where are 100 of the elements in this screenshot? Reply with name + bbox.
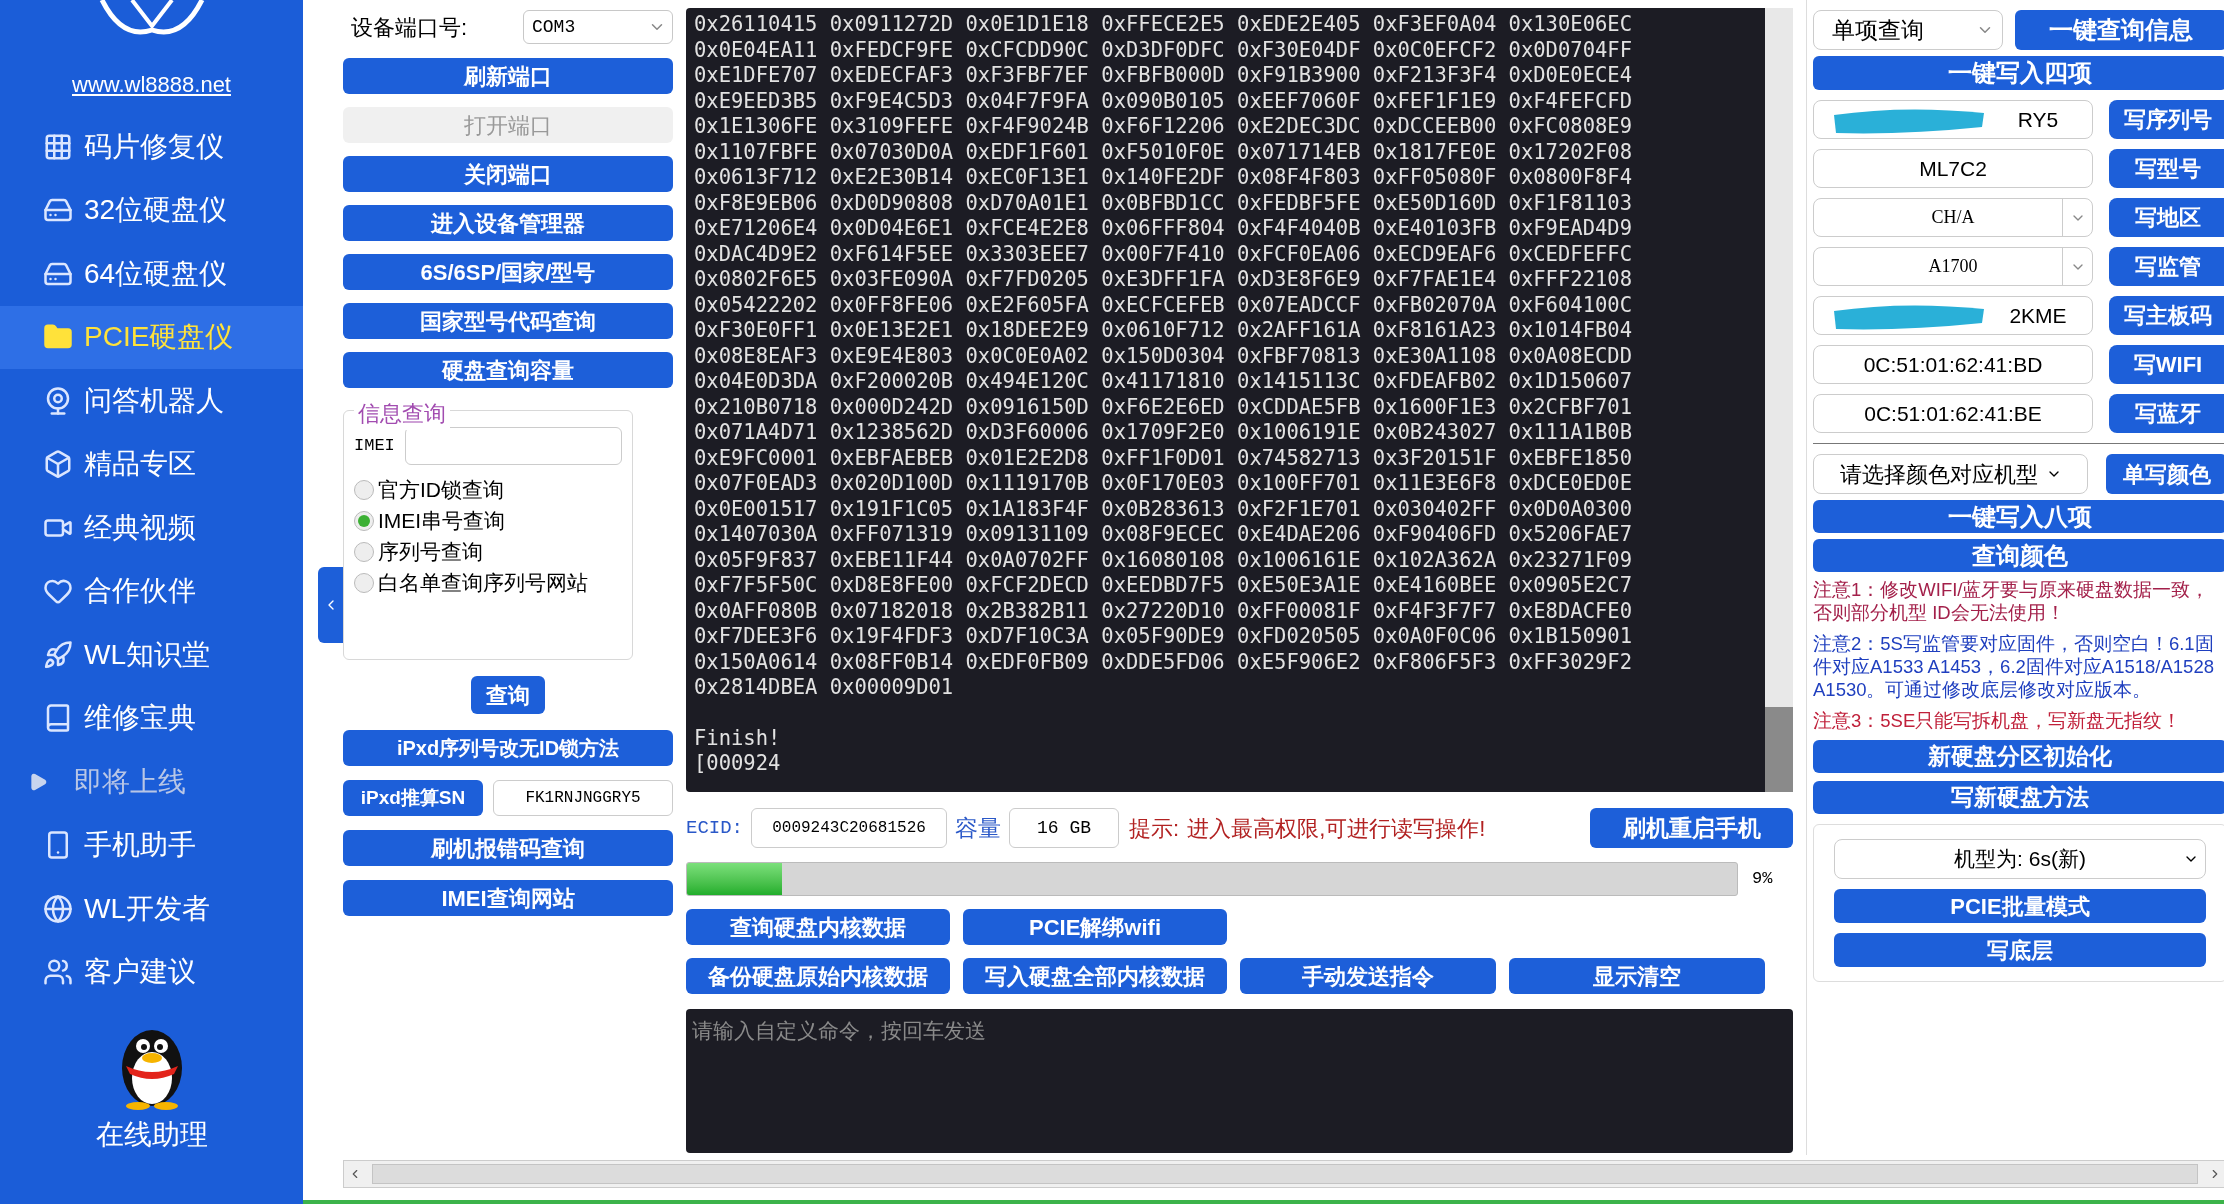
write-button[interactable]: 写序列号 — [2109, 100, 2224, 139]
sidebar-item[interactable]: 32位硬盘仪 — [0, 178, 303, 242]
capacity-field[interactable]: 16 GB — [1009, 808, 1119, 848]
hex-line: 0x07F0EAD3 0x020D100D 0x1119170B 0x0F170E03 0x100FF701 0x11E3E6F8 0xDCE0ED0E — [694, 471, 1632, 497]
sidebar-item[interactable]: PCIE硬盘仪 — [0, 305, 303, 369]
globe-icon — [42, 893, 74, 924]
hex-line: 0xE9EED3B5 0xF9E4C5D3 0x04F7F9FA 0x090B0105 0xEEF7060F 0xFEF1F1E9 0xF4FEFCFD — [694, 88, 1632, 114]
hex-line: 0xE71206E4 0x0D04E6E1 0xFCE4E2E8 0x06FFF804 0xF4F4040B 0xE40103FB 0xF9EAD4D9 — [694, 216, 1632, 242]
sidebar-item[interactable]: 码片修复仪 — [0, 115, 303, 179]
note-text: 注意1：修改WIFI/蓝牙要与原来硬盘数据一致，否则部分机型 ID会无法使用！ — [1813, 578, 2211, 624]
text-field[interactable]: 2KME — [1813, 296, 2093, 335]
sidebar-item[interactable]: 合作伙伴 — [0, 559, 303, 623]
hint-label: 提示: — [1129, 814, 1180, 843]
site-link[interactable]: www.wl8888.net — [72, 68, 231, 101]
console-line: [000924 — [694, 751, 781, 777]
write-button[interactable]: 写WIFI — [2109, 345, 2224, 384]
hex-line: 0xF8E9EB06 0xD0D90808 0xD70A01E1 0x0BFBD1CC 0xFEDBF5FE 0xE50D160D 0xF1F81103 — [694, 190, 1632, 216]
color-button[interactable]: 单写颜色 — [2106, 454, 2224, 494]
write-button[interactable]: 写蓝牙 — [2109, 394, 2224, 433]
action-button[interactable]: 写入硬盘全部内核数据 — [963, 958, 1227, 994]
panel-button[interactable]: IMEI查询网站 — [343, 880, 673, 916]
sidebar-item[interactable]: 手机助手 — [0, 813, 303, 877]
text-field[interactable]: 0C:51:01:62:41:BD — [1813, 345, 2093, 384]
sidebar-item[interactable]: WL知识堂 — [0, 623, 303, 687]
sidebar-item[interactable]: 即将上线 — [0, 750, 303, 814]
hex-line: 0x05F9F837 0xEBE11F44 0x0A0702FF 0x16080108 0x1006161E 0x102A362A 0x23271F09 — [694, 547, 1632, 573]
imei-field[interactable] — [404, 427, 622, 465]
action-button[interactable]: 手动发送指令 — [1240, 958, 1496, 994]
sidebar-item[interactable]: 64位硬盘仪 — [0, 242, 303, 306]
query-color-button[interactable]: 查询颜色 — [1813, 539, 2224, 572]
select-field[interactable]: CH/A — [1813, 198, 2093, 237]
query-info-button[interactable]: 一键查询信息 — [2015, 10, 2224, 50]
radio-label: 白名单查询序列号网站 — [378, 570, 588, 597]
hex-line: 0x2814DBEA 0x00009D01 — [694, 675, 954, 701]
radio-label: 序列号查询 — [378, 539, 483, 566]
port-dropdown[interactable]: COM3 — [523, 10, 673, 44]
hex-line: 0xF7F5F50C 0xD8E8FE00 0xFCF2DECD 0xEEDBD7F5 0xE50E3A1E 0xE4160BEE 0x0905E2C7 — [694, 573, 1632, 599]
sidebar-item[interactable]: 客户建议 — [0, 940, 303, 1004]
radio-label: 官方ID锁查询 — [378, 477, 504, 504]
hex-line: 0xF7DEE3F6 0x19F4FDF3 0xD7F10C3A 0x05F90DE9 0xFD020505 0x0A0F0C06 0x1B150901 — [694, 624, 1632, 650]
sn-field[interactable]: FK1RNJNGGRY5 — [493, 780, 673, 816]
panel-button[interactable]: 刷新端口 — [343, 58, 673, 94]
radio-button[interactable] — [354, 573, 374, 593]
reboot-button[interactable]: 刷机重启手机 — [1590, 808, 1793, 848]
panel-button[interactable]: 硬盘查询容量 — [343, 352, 673, 388]
scrollbar[interactable] — [1765, 8, 1793, 792]
action-button[interactable]: PCIE解绑wifi — [963, 909, 1227, 945]
panel-button[interactable]: 刷机报错码查询 — [343, 830, 673, 866]
select-field[interactable]: A1700 — [1813, 247, 2093, 286]
sidebar-item[interactable]: 维修宝典 — [0, 686, 303, 750]
write-button[interactable]: 写监管 — [2109, 247, 2224, 286]
method-button[interactable]: iPxd序列号改无ID锁方法 — [343, 730, 673, 766]
ecid-field[interactable]: 0009243C20681526 — [751, 808, 947, 848]
panel-button[interactable]: 进入设备管理器 — [343, 205, 673, 241]
sidebar-item[interactable]: 经典视频 — [0, 496, 303, 560]
sn-button[interactable]: iPxd推算SN — [343, 780, 483, 816]
action-button[interactable]: 备份硬盘原始内核数据 — [686, 958, 950, 994]
text-field[interactable]: RY5 — [1813, 100, 2093, 139]
action-button[interactable]: 显示清空 — [1509, 958, 1765, 994]
hex-line: 0x0802F6E5 0x03FE090A 0xF7FD0205 0xE3DFF1FA 0xD3E8F6E9 0xF7FAE1E4 0xFFF22108 — [694, 267, 1632, 293]
card-button[interactable]: 写底层 — [1834, 933, 2206, 967]
horizontal-scrollbar[interactable] — [343, 1160, 2224, 1188]
query-mode-dropdown[interactable]: 单项查询 — [1813, 10, 2003, 50]
collapse-tab[interactable] — [318, 567, 343, 643]
sidebar-item[interactable]: 精品专区 — [0, 432, 303, 496]
hex-line: 0x210B0718 0x000D242D 0x0916150D 0xF6E2E6ED 0xCDDAE5FB 0x1600F1E3 0x2CFBF701 — [694, 394, 1632, 420]
text-field[interactable]: ML7C2 — [1813, 149, 2093, 188]
write-button[interactable]: 写主板码 — [2109, 296, 2224, 335]
model-dropdown[interactable]: 机型为: 6s(新) — [1834, 839, 2206, 879]
sidebar-item[interactable]: 问答机器人 — [0, 369, 303, 433]
disk-button[interactable]: 新硬盘分区初始化 — [1813, 740, 2224, 773]
hex-line: 0x150A0614 0x08FF0B14 0xEDF0FB09 0xDDE5FD06 0xE5F906E2 0xF806F5F3 0xFF3029F2 — [694, 649, 1632, 675]
query-button[interactable]: 查询 — [471, 676, 545, 714]
color-dropdown[interactable]: 请选择颜色对应机型 — [1813, 454, 2088, 494]
radio-button[interactable] — [354, 511, 374, 531]
write-button[interactable]: 写地区 — [2109, 198, 2224, 237]
radio-label: IMEI串号查询 — [378, 508, 506, 535]
write-four-button[interactable]: 一键写入四项 — [1813, 56, 2224, 90]
action-button[interactable]: 查询硬盘内核数据 — [686, 909, 950, 945]
write-button[interactable]: 写型号 — [2109, 149, 2224, 188]
hex-line: 0x0613F712 0xE2E30B14 0xEC0F13E1 0x140FE2DF 0x08F4F803 0xFF05080F 0x0800F8F4 — [694, 165, 1632, 191]
note-text: 注意2：5S写监管要对应固件，否则空白！6.1固件对应A1533 A1453，6.2固件对应A1518/A1528 A1530。可通过修改底层修改对应版本。 — [1813, 632, 2215, 701]
panel-button[interactable]: 国家型号代码查询 — [343, 303, 673, 339]
write-eight-button[interactable]: 一键写入八项 — [1813, 500, 2224, 533]
card-button[interactable]: PCIE批量模式 — [1834, 889, 2206, 923]
hex-line: 0x1407030A 0xFF071319 0x09131109 0x08F9ECEC 0xE4DAE206 0xF90406FD 0x5206FAE7 — [694, 522, 1632, 548]
radio-button[interactable] — [354, 542, 374, 562]
hex-line: 0x1107FBFE 0x07030D0A 0xEDF1F601 0xF5010F0E 0x071714EB 0x1817FE0E 0x17202F08 — [694, 139, 1632, 165]
hex-line: 0xE9FC0001 0xEBFAEBEB 0x01E2E2D8 0xFF1F0D01 0x74582713 0x3F20151F 0xEBFE1850 — [694, 445, 1632, 471]
text-field[interactable]: 0C:51:01:62:41:BE — [1813, 394, 2093, 433]
radio-button[interactable] — [354, 480, 374, 500]
command-field[interactable]: 请输入自定义命令，按回车发送 — [686, 1009, 1793, 1153]
panel-button[interactable]: 关闭端口 — [343, 156, 673, 192]
hex-line: 0xF30E0FF1 0x0E13E2E1 0x18DEE2E9 0x0610F712 0x2AFF161A 0xF8161A23 0x1014FB04 — [694, 318, 1632, 344]
panel-button[interactable]: 6S/6SP/国家/型号 — [343, 254, 673, 290]
sidebar-item[interactable]: WL开发者 — [0, 877, 303, 941]
hex-line: 0xDAC4D9E2 0xF614F5EE 0x3303EEE7 0x00F7F410 0xFCF0EA06 0xECD9EAF6 0xCEDFEFFC — [694, 241, 1632, 267]
hex-line: 0x1E1306FE 0x3109FEFE 0xF4F9024B 0xF6F12206 0xE2DEC3DC 0xDCCEEB00 0xFC0808E9 — [694, 114, 1632, 140]
disk-button[interactable]: 写新硬盘方法 — [1813, 781, 2224, 814]
hex-line: 0xE1DFE707 0xEDECFAF3 0xF3FBF7EF 0xFBFB000D 0xF91B3900 0xF213F3F4 0xD0E0ECE4 — [694, 63, 1632, 89]
